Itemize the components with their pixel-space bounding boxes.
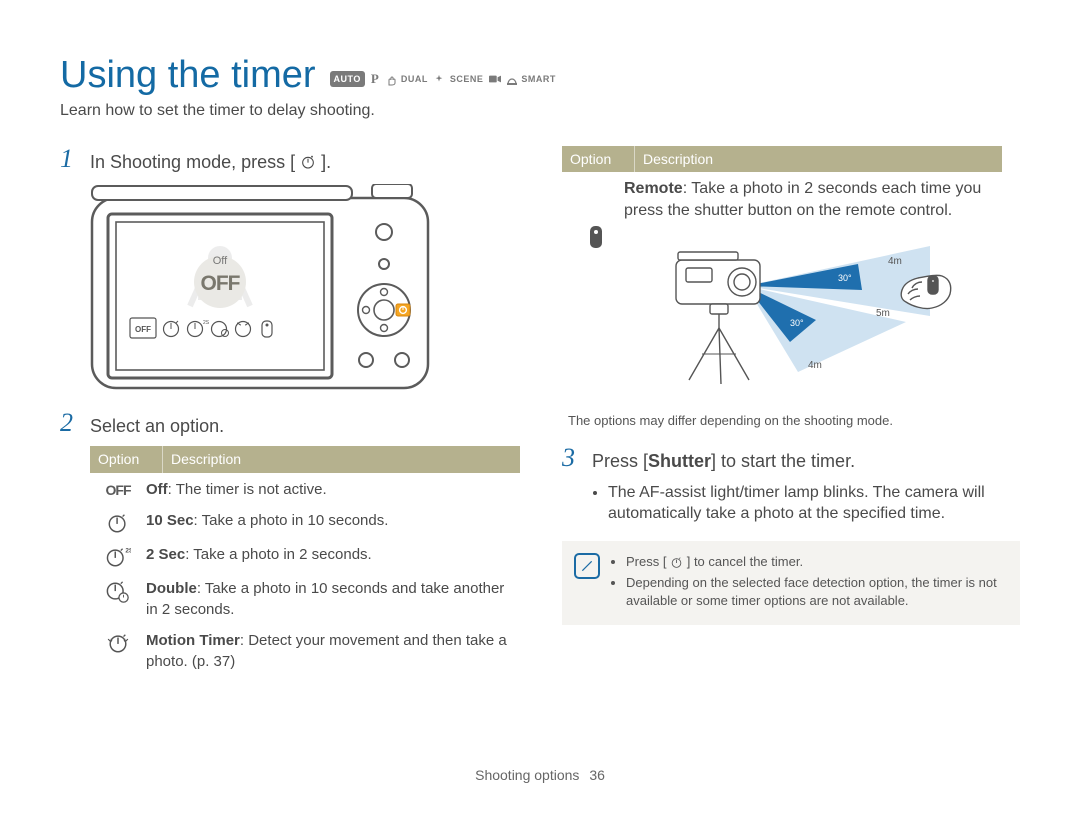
hdr-description-r: Description <box>635 146 1002 173</box>
smart-icon <box>505 74 515 84</box>
title-row: Using the timer AUTO P DUAL SCENE SMART <box>60 56 1020 94</box>
step-3-number: 3 <box>562 445 582 471</box>
page-title: Using the timer <box>60 56 316 94</box>
option-double-row: Double: Take a photo in 10 seconds and t… <box>90 572 520 624</box>
remote-icon <box>568 178 624 389</box>
badge-smart: SMART <box>521 73 556 85</box>
note-icon <box>574 553 600 579</box>
note-line-1: Press [ ] to cancel the timer. <box>626 553 1008 571</box>
svg-text:30°: 30° <box>838 273 852 283</box>
options-footnote: The options may differ depending on the … <box>562 398 1002 436</box>
dist-a: 4m <box>888 256 902 267</box>
hdr-description: Description <box>163 446 520 473</box>
timer-motion-icon <box>90 630 146 654</box>
step-2: 2 Select an option. <box>60 410 518 438</box>
off-icon: OFF <box>90 479 146 500</box>
hdr-option-r: Option <box>562 146 635 173</box>
step-1-text-a: In Shooting mode, press [ <box>90 152 295 172</box>
badge-p: P <box>371 70 379 88</box>
step-1-text: In Shooting mode, press [ ]. <box>90 146 331 174</box>
right-column: Option Description Remote: Take a photo … <box>562 146 1020 676</box>
options-table-left: Option Description OFF Off: The timer is… <box>90 446 520 676</box>
timer-2s-icon: 2S <box>90 544 146 568</box>
dist-c: 4m <box>808 360 822 371</box>
option-motion-desc: Motion Timer: Detect your movement and t… <box>146 630 520 672</box>
hand-icon <box>385 74 395 84</box>
timer-icon-small <box>670 556 683 569</box>
option-2sec-row: 2S 2 Sec: Take a photo in 2 seconds. <box>90 538 520 572</box>
footer-page-number: 36 <box>589 767 605 783</box>
video-icon <box>489 74 499 84</box>
badge-auto: AUTO <box>330 71 365 87</box>
screen-label-big: OFF <box>201 272 241 295</box>
options-table-right: Option Description Remote: Take a photo … <box>562 146 1002 436</box>
step-3-bullets: The AF-assist light/timer lamp blinks. T… <box>590 482 1020 525</box>
dist-b: 5m <box>876 308 890 319</box>
badge-scene: SCENE <box>450 73 484 85</box>
sparkle-icon <box>434 74 444 84</box>
option-10sec-row: 10 Sec: Take a photo in 10 seconds. <box>90 504 520 538</box>
timer-10s-icon <box>90 510 146 534</box>
options-table-right-header: Option Description <box>562 146 1002 173</box>
step-2-text: Select an option. <box>90 410 224 438</box>
timer-icon <box>300 154 316 170</box>
step-3: 3 Press [Shutter] to start the timer. <box>562 445 1020 473</box>
option-10sec-desc: 10 Sec: Take a photo in 10 seconds. <box>146 510 520 531</box>
s3a: Press [ <box>592 451 648 471</box>
svg-text:30°: 30° <box>790 318 804 328</box>
badge-dual: DUAL <box>401 73 428 85</box>
columns: 1 In Shooting mode, press [ ]. <box>60 146 1020 676</box>
page-footer: Shooting options 36 <box>0 766 1080 785</box>
step-3-bullet-1: The AF-assist light/timer lamp blinks. T… <box>608 482 1020 525</box>
subtitle: Learn how to set the timer to delay shoo… <box>60 100 1020 122</box>
remote-desc: Remote: Take a photo in 2 seconds each t… <box>624 178 996 221</box>
hdr-option: Option <box>90 446 163 473</box>
step-1-text-b: ]. <box>321 152 331 172</box>
option-off-desc: Off: The timer is not active. <box>146 479 520 500</box>
remote-figure: 30° 30° 4m 5m 4m <box>630 230 980 390</box>
svg-text:2S: 2S <box>203 320 210 326</box>
camera-illustration: Off OFF OFF 2S <box>90 184 430 394</box>
option-2sec-desc: 2 Sec: Take a photo in 2 seconds. <box>146 544 520 565</box>
option-motion-row: Motion Timer: Detect your movement and t… <box>90 624 520 676</box>
step-2-number: 2 <box>60 410 80 436</box>
step-1-number: 1 <box>60 146 80 172</box>
s3b: ] to start the timer. <box>711 451 855 471</box>
step-3-text: Press [Shutter] to start the timer. <box>592 445 855 473</box>
svg-text:OFF: OFF <box>135 325 151 334</box>
page-root: Using the timer AUTO P DUAL SCENE SMART … <box>0 0 1080 815</box>
s3bold: Shutter <box>648 451 711 471</box>
svg-text:2S: 2S <box>125 547 131 554</box>
option-off-row: OFF Off: The timer is not active. <box>90 473 520 504</box>
screen-label-small: Off <box>213 255 228 267</box>
footer-section: Shooting options <box>475 767 579 783</box>
remote-row: Remote: Take a photo in 2 seconds each t… <box>562 172 1002 397</box>
mode-badges: AUTO P DUAL SCENE SMART <box>330 70 556 94</box>
step-1: 1 In Shooting mode, press [ ]. <box>60 146 518 174</box>
options-table-header: Option Description <box>90 446 520 473</box>
note-box: Press [ ] to cancel the timer. Depending… <box>562 541 1020 626</box>
option-double-desc: Double: Take a photo in 10 seconds and t… <box>146 578 520 620</box>
note-list: Press [ ] to cancel the timer. Depending… <box>610 553 1008 614</box>
note-line-2: Depending on the selected face detection… <box>626 574 1008 609</box>
timer-double-icon <box>90 578 146 604</box>
left-column: 1 In Shooting mode, press [ ]. <box>60 146 518 676</box>
